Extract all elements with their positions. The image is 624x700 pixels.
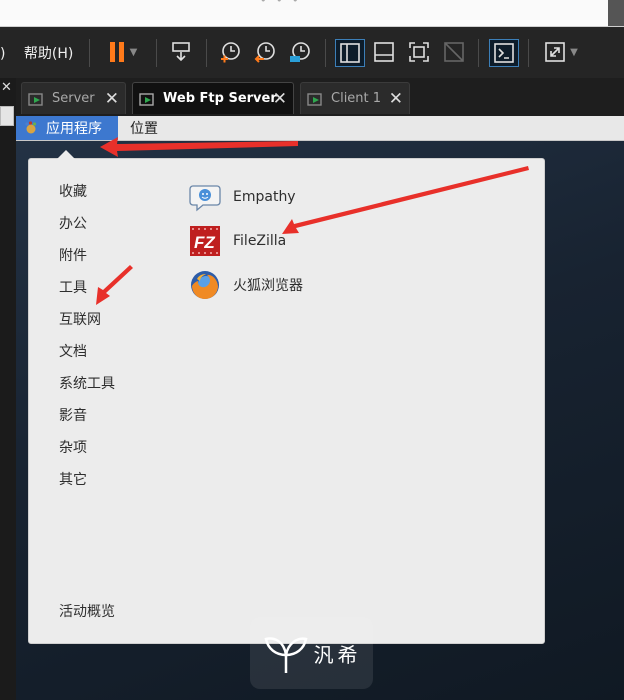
vmware-toolbar: ) 帮助(H) ▼ ▼ xyxy=(0,27,624,78)
toolbar-separator xyxy=(528,39,529,67)
full-screen-button[interactable] xyxy=(405,39,433,65)
close-icon[interactable]: ✕ xyxy=(1,80,12,95)
filezilla-icon: FZ xyxy=(190,226,220,256)
applications-menu-label: 应用程序 xyxy=(46,121,102,137)
snapshot-manager-button[interactable] xyxy=(286,39,314,65)
unity-disabled-icon xyxy=(444,42,464,62)
pause-icon-bar xyxy=(118,42,124,62)
close-icon[interactable]: ✕ xyxy=(105,89,119,109)
vm-icon xyxy=(139,92,154,106)
chevron-down-icon[interactable]: ▼ xyxy=(570,47,578,58)
gnome-top-bar: 应用程序 位置 xyxy=(16,116,624,141)
close-icon[interactable]: ✕ xyxy=(389,89,403,109)
toolbar-separator xyxy=(325,39,326,67)
toolbar-separator xyxy=(206,39,207,67)
stretch-icon xyxy=(545,42,565,62)
sprout-logo-icon xyxy=(264,637,307,673)
pause-button[interactable]: ▼ xyxy=(100,39,145,65)
applications-dropdown: 收藏 办公 附件 工具 互联网 文档 系统工具 影音 杂项 其它 活动概览 Em… xyxy=(28,150,545,644)
app-firefox[interactable]: 火狐浏览器 xyxy=(189,269,303,301)
category-other[interactable]: 其它 xyxy=(59,469,87,489)
places-menu[interactable]: 位置 xyxy=(130,116,158,140)
library-dropdown[interactable] xyxy=(0,106,14,126)
category-documents[interactable]: 文档 xyxy=(59,341,87,361)
menu-help-label[interactable]: 帮助(H) xyxy=(24,46,73,62)
category-system-tools[interactable]: 系统工具 xyxy=(59,373,115,393)
category-sound-video[interactable]: 影音 xyxy=(59,405,87,425)
toolbar-separator xyxy=(89,39,90,67)
unity-button[interactable] xyxy=(440,39,468,65)
gnome-foot-icon xyxy=(25,121,37,134)
thumbnail-bar-icon xyxy=(374,42,394,62)
revert-snapshot-button[interactable] xyxy=(251,39,279,65)
toolbar-separator xyxy=(156,39,157,67)
vm-tab-bar: Server ✕ Web Ftp Server ✕ Client 1 ✕ xyxy=(16,78,624,116)
tab-label: Web Ftp Server xyxy=(163,91,277,106)
take-snapshot-button[interactable] xyxy=(216,39,244,65)
watermark-text: 汎希 xyxy=(313,642,362,667)
chevron-down-icon[interactable]: ▼ xyxy=(130,47,138,58)
close-icon[interactable]: ✕ xyxy=(273,89,287,109)
category-accessories[interactable]: 附件 xyxy=(59,245,87,265)
window-edge xyxy=(608,0,624,26)
vm-icon xyxy=(28,92,43,106)
window-title-bar: • • • xyxy=(0,0,624,27)
places-menu-label: 位置 xyxy=(130,121,158,137)
send-ctrl-alt-del-button[interactable] xyxy=(167,39,195,65)
menu-prev-paren: ) xyxy=(0,46,6,62)
stretch-guest-button[interactable]: ▼ xyxy=(539,39,583,65)
watermark: 汎希 xyxy=(250,617,373,689)
library-panel-edge: ✕ xyxy=(0,78,16,700)
tab-server[interactable]: Server ✕ xyxy=(21,82,126,114)
category-favorites[interactable]: 收藏 xyxy=(59,181,87,201)
firefox-icon xyxy=(191,271,219,299)
full-screen-icon xyxy=(409,42,429,62)
dropdown-pointer xyxy=(57,150,75,159)
terminal-icon xyxy=(494,43,514,63)
tab-client-1[interactable]: Client 1 ✕ xyxy=(300,82,410,114)
app-name: 火狐浏览器 xyxy=(233,278,303,294)
tab-label: Server xyxy=(52,91,95,106)
category-office[interactable]: 办公 xyxy=(59,213,87,233)
category-sundry[interactable]: 杂项 xyxy=(59,437,87,457)
vm-icon xyxy=(307,92,322,106)
activities-overview-link[interactable]: 活动概览 xyxy=(59,601,115,621)
thumbnail-bar-button[interactable] xyxy=(370,39,398,65)
title-bar-dots: • • • xyxy=(260,0,302,7)
app-name: FileZilla xyxy=(233,233,287,249)
pause-icon xyxy=(109,42,115,62)
applications-menu[interactable]: 应用程序 xyxy=(16,116,118,140)
keyboard-send-icon xyxy=(172,42,190,62)
console-view-button[interactable] xyxy=(489,39,519,67)
toolbar-separator xyxy=(478,39,479,67)
snapshot-revert-icon xyxy=(254,42,275,63)
app-empathy[interactable]: Empathy xyxy=(189,181,296,213)
snapshot-take-icon xyxy=(221,42,240,63)
app-name: Empathy xyxy=(233,189,296,205)
tab-web-ftp-server[interactable]: Web Ftp Server ✕ xyxy=(132,82,294,114)
category-tools[interactable]: 工具 xyxy=(59,277,87,297)
sidebar-icon xyxy=(340,43,360,63)
app-filezilla[interactable]: FZ FileZilla xyxy=(189,225,286,257)
svg-text:FZ: FZ xyxy=(194,233,215,252)
guest-desktop: 应用程序 位置 收藏 办公 附件 工具 互联网 文档 系统工具 影音 杂项 其它… xyxy=(16,116,624,700)
empathy-chat-icon xyxy=(189,185,221,212)
tab-label: Client 1 xyxy=(331,91,382,106)
menu-help[interactable]: ) 帮助(H) xyxy=(0,43,73,63)
snapshot-manager-icon xyxy=(290,42,310,62)
category-internet[interactable]: 互联网 xyxy=(59,309,101,329)
show-library-button[interactable] xyxy=(335,39,365,67)
